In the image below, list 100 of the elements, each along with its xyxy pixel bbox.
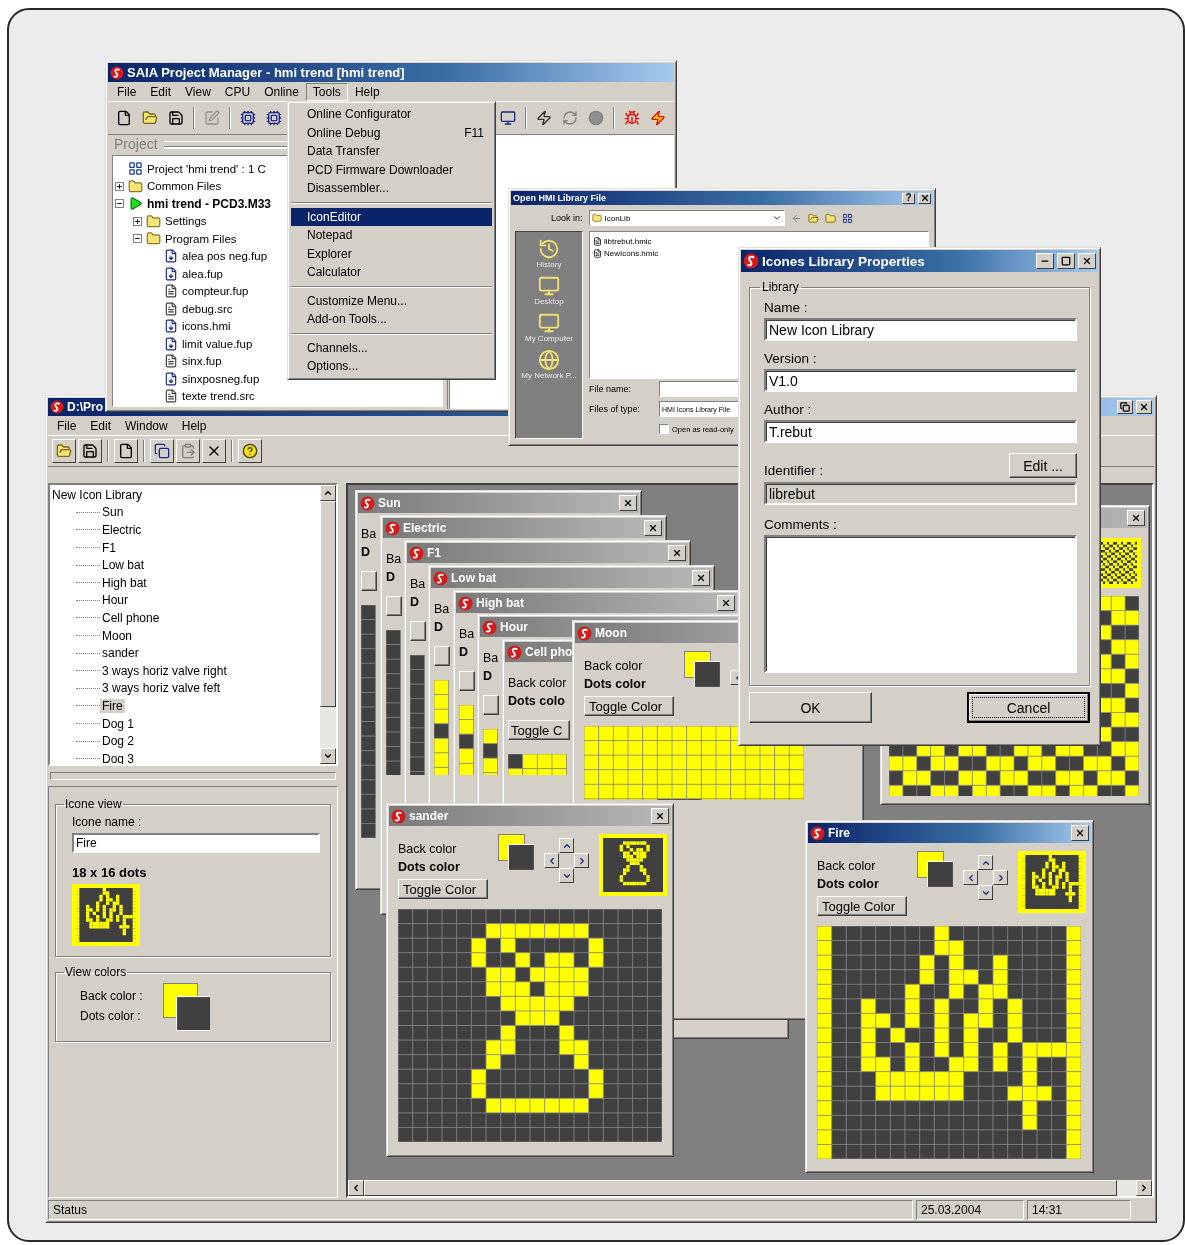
menu-item[interactable]: Help [174, 416, 214, 435]
tree-item-label[interactable]: alea pos neg.fup [182, 250, 268, 263]
close-button[interactable] [717, 595, 735, 611]
new-file-button[interactable] [114, 439, 138, 463]
shift-left-button[interactable] [963, 870, 979, 885]
menu-entry[interactable]: Online Debug F11 [291, 123, 492, 142]
folder-icon[interactable] [807, 212, 819, 224]
toggle-color-button[interactable] [483, 695, 499, 715]
pixel-grid-drawing[interactable] [817, 926, 1081, 1159]
shift-down-button[interactable] [978, 885, 994, 900]
close-button[interactable] [668, 545, 686, 561]
menu-entry[interactable]: Data Transfer [291, 142, 492, 161]
menu-item[interactable]: View [178, 82, 218, 101]
tree-item-label[interactable]: icons.hmi [182, 320, 231, 333]
close-button[interactable] [619, 495, 637, 511]
copy-button[interactable] [150, 439, 174, 463]
menu-entry[interactable]: PCD Firmware Downloader [291, 160, 492, 179]
dialog-button[interactable]: Cancel [967, 692, 1090, 723]
menu-item[interactable]: Window [118, 416, 175, 435]
close-button[interactable] [692, 570, 710, 586]
collapse-icon[interactable] [133, 234, 142, 244]
tree-item-label[interactable]: Project 'hmi trend' : 1 C [147, 162, 266, 175]
view-menu-icon[interactable] [841, 212, 853, 224]
pixel-grid-drawing[interactable] [483, 729, 498, 775]
close-button[interactable] [1078, 253, 1096, 269]
tree-item[interactable]: Fire [100, 698, 125, 713]
help-button[interactable] [238, 439, 262, 463]
menu-entry[interactable]: Options... [291, 357, 492, 376]
scroll-thumb[interactable] [320, 501, 336, 708]
tree-item-label[interactable]: debug.src [182, 302, 233, 315]
tree-item[interactable]: Electric [100, 523, 144, 537]
toggle-color-button[interactable] [434, 646, 450, 666]
tree-item-label[interactable]: texte trend.src [182, 390, 255, 403]
menu-item[interactable]: Edit [143, 82, 179, 101]
scroll-left-button[interactable] [348, 1180, 364, 1196]
tree-item-label[interactable]: Settings [165, 215, 207, 228]
close-button[interactable] [1071, 825, 1089, 841]
color-swatches-drawing[interactable] [684, 651, 721, 688]
checkbox[interactable] [659, 424, 669, 434]
tree-item-label[interactable]: hmi trend - PCD3.M33 [147, 196, 272, 211]
toggle-color-button[interactable]: Toggle Color [398, 879, 488, 899]
pixel-grid-drawing[interactable] [508, 754, 567, 775]
tree-root-label[interactable]: New Icon Library [52, 487, 143, 502]
dialog-button[interactable]: OK [749, 692, 872, 723]
tree-item[interactable]: Hour [100, 593, 130, 608]
pixel-grid-drawing[interactable] [459, 705, 474, 775]
tree-item-label[interactable]: Common Files [147, 180, 222, 193]
close-button[interactable] [651, 808, 669, 824]
menu-entry[interactable]: Channels... [291, 338, 492, 357]
toggle-color-button[interactable]: Toggle Color [584, 696, 674, 716]
close-button[interactable] [644, 520, 662, 536]
tree-item[interactable]: Moon [100, 628, 135, 643]
computer-icon[interactable] [538, 312, 560, 334]
file-name[interactable]: NewIcons.hmic [604, 248, 659, 258]
menu-item[interactable]: File [110, 82, 144, 101]
close-button[interactable] [1127, 510, 1145, 526]
tree-item[interactable]: sander [100, 646, 141, 661]
menu-item[interactable]: Edit [83, 416, 119, 435]
toggle-color-button[interactable] [410, 621, 426, 641]
color-swatches-drawing[interactable] [917, 851, 954, 888]
pixel-grid-drawing[interactable] [398, 909, 662, 1142]
look-in-combo[interactable]: IconLib [588, 210, 785, 226]
maximize-button[interactable] [1057, 253, 1075, 269]
restore-button[interactable] [1117, 400, 1133, 414]
tree-item[interactable]: Cell phone [100, 610, 162, 625]
menu-entry[interactable]: Calculator [291, 263, 492, 282]
menu-entry[interactable]: Online Configurator [291, 105, 492, 124]
color-swatches-drawing[interactable] [162, 983, 211, 1031]
scroll-up-button[interactable] [320, 485, 336, 501]
tree-item-label[interactable]: Program Files [165, 232, 237, 245]
shift-up-button[interactable] [559, 838, 575, 853]
close-button[interactable] [1136, 400, 1152, 414]
splitter-bar[interactable] [50, 772, 336, 780]
desktop-icon[interactable] [538, 275, 560, 297]
menu-entry[interactable]: Disassembler... [291, 179, 492, 198]
color-swatches-drawing[interactable] [498, 834, 535, 871]
toggle-color-button[interactable]: Toggle C [508, 720, 570, 740]
menu-entry[interactable]: Explorer [291, 244, 492, 263]
toggle-color-button[interactable] [459, 671, 475, 691]
file-name[interactable]: libtrebut.hmic [604, 236, 652, 246]
scroll-down-button[interactable] [320, 748, 336, 764]
pixel-grid-drawing[interactable] [434, 680, 449, 775]
author-field[interactable]: T.rebut [764, 420, 1077, 443]
edit-button[interactable]: Edit ... [1009, 453, 1077, 478]
tree-item-label[interactable]: sinxposneg.fup [182, 372, 260, 385]
tree-item-label[interactable]: limit value.fup [182, 337, 253, 350]
help-button[interactable]: ? [902, 192, 915, 204]
menu-entry[interactable]: Notepad [291, 226, 492, 245]
tree-item[interactable]: Dog 2 [100, 734, 137, 749]
save-button[interactable] [78, 439, 102, 463]
open-folder-button[interactable] [52, 439, 76, 463]
new-folder-icon[interactable] [824, 212, 836, 224]
menu-item[interactable]: Tools [305, 82, 348, 101]
tree-item[interactable]: Low bat [100, 558, 147, 573]
shift-down-button[interactable] [559, 868, 575, 883]
icon-name-field[interactable]: Fire [72, 833, 320, 853]
scroll-right-button[interactable] [1136, 1180, 1152, 1196]
shift-left-button[interactable] [544, 853, 560, 868]
name-field[interactable]: New Icon Library [764, 318, 1077, 341]
globe-icon[interactable] [538, 349, 560, 371]
